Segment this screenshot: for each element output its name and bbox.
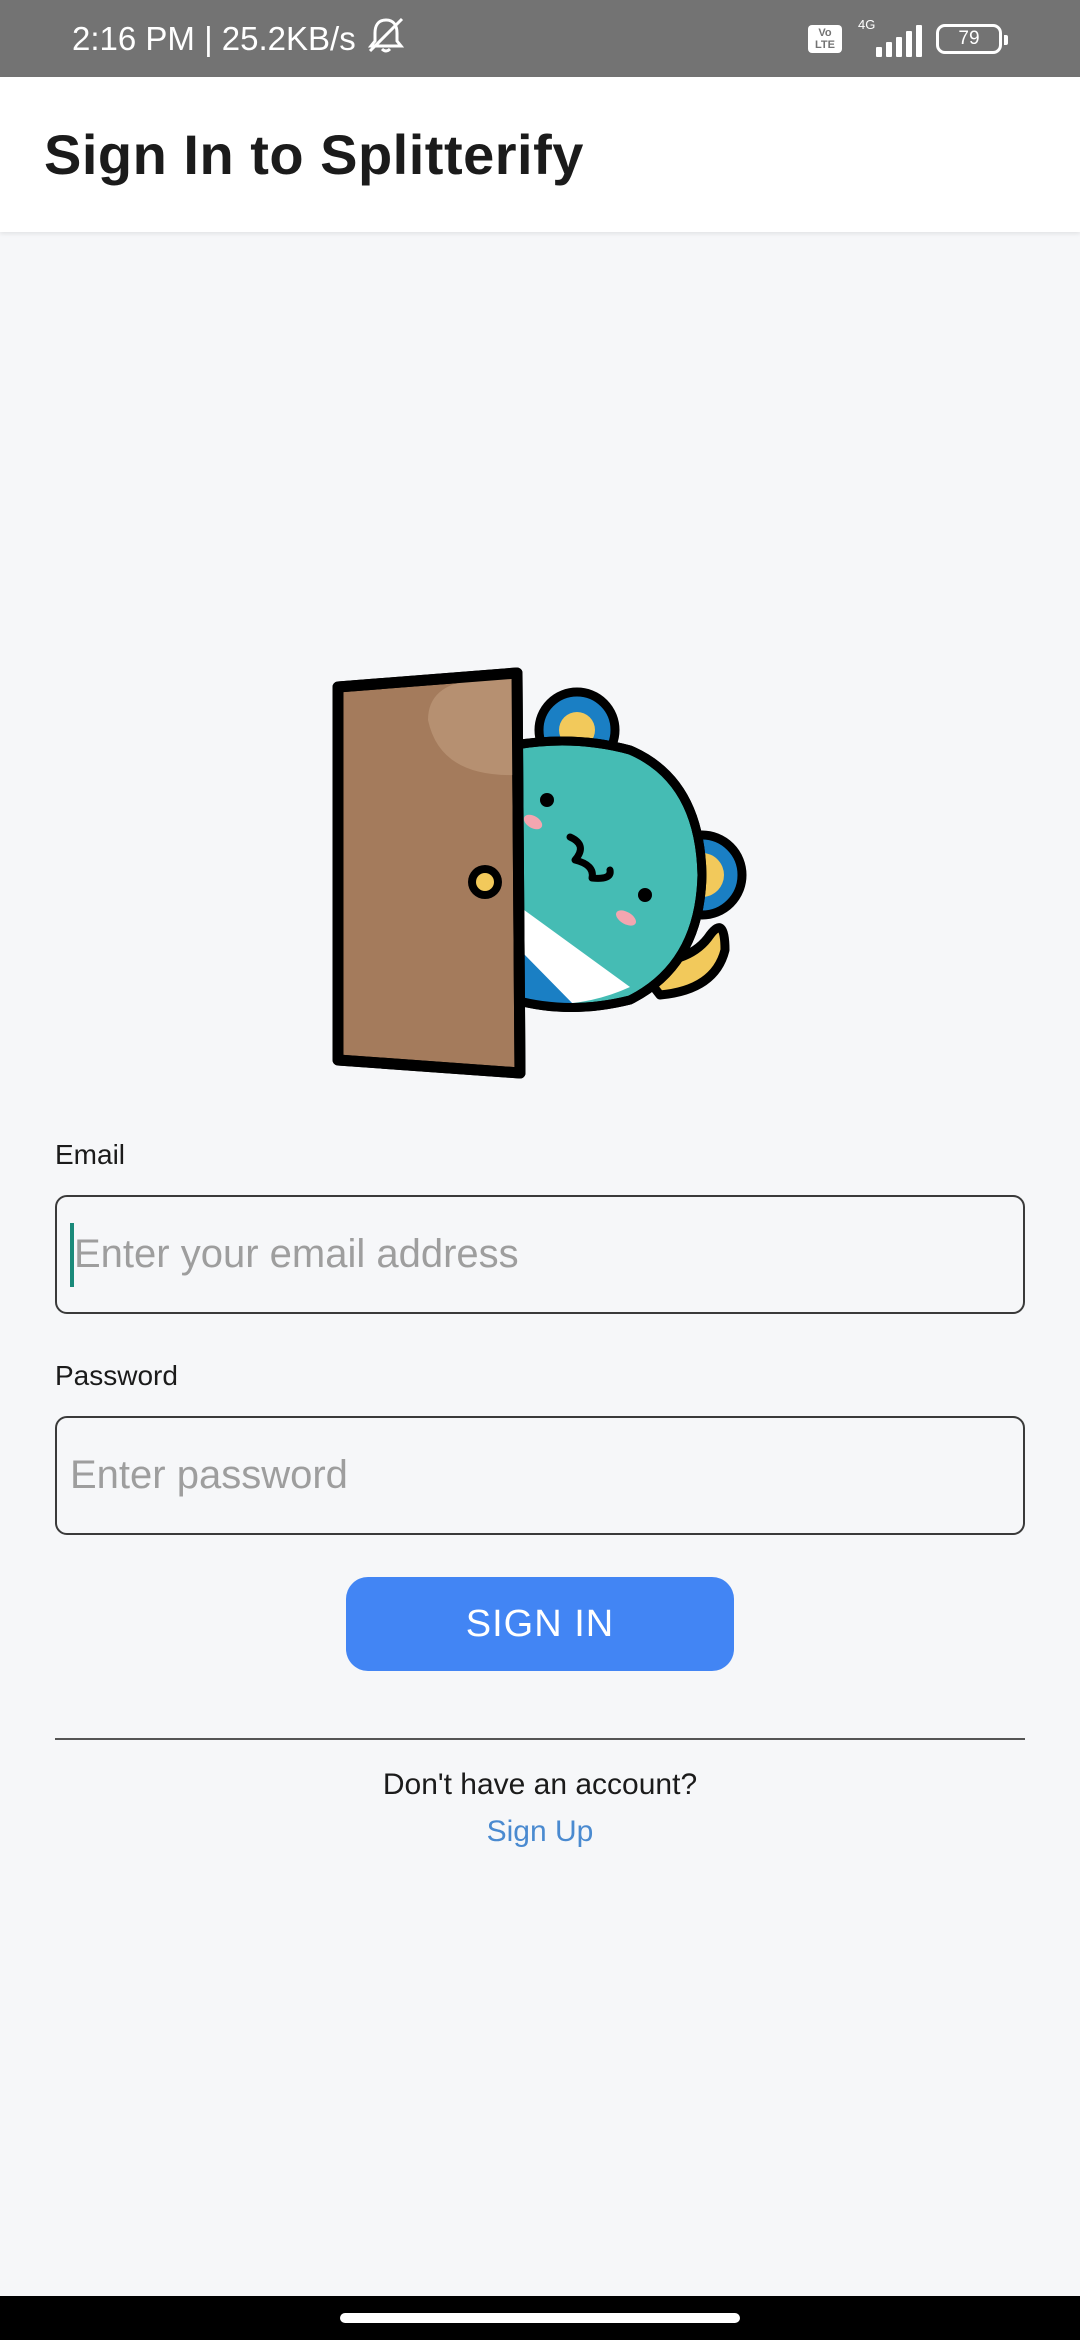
password-label: Password bbox=[55, 1360, 178, 1391]
password-field[interactable]: Enter password bbox=[55, 1416, 1025, 1535]
battery-level: 79 bbox=[958, 27, 980, 49]
account-prompt: Don't have an account? bbox=[382, 1768, 698, 1801]
app-bar: Sign In to Splitterify bbox=[0, 77, 1080, 232]
password-placeholder: Enter password bbox=[70, 1453, 348, 1497]
sign-in-button[interactable]: SIGN IN bbox=[346, 1577, 734, 1671]
status-left: 2:16 PM | 25.2KB/s bbox=[72, 0, 408, 77]
network-type-label: 4G bbox=[858, 16, 876, 32]
home-indicator[interactable] bbox=[340, 2313, 740, 2323]
sign-up-link: Sign Up bbox=[0, 1815, 1080, 1849]
divider bbox=[55, 1738, 1025, 1740]
signal-icon: 4G bbox=[856, 17, 922, 57]
status-time-speed: 2:16 PM | 25.2KB/s bbox=[72, 19, 356, 57]
page-title: Sign In to Splitterify bbox=[44, 123, 584, 186]
status-right: Vo LTE 4G 79 bbox=[808, 0, 1008, 77]
email-field[interactable]: Enter your email address bbox=[55, 1195, 1025, 1314]
volte-icon: Vo LTE bbox=[808, 24, 842, 53]
frog-peeking-door-illustration bbox=[330, 665, 750, 1085]
bell-muted-icon bbox=[364, 15, 408, 63]
status-bar: 2:16 PM | 25.2KB/s Vo LTE 4G 79 bbox=[0, 0, 1080, 77]
email-placeholder: Enter your email address bbox=[74, 1232, 519, 1276]
email-label: Email bbox=[55, 1139, 126, 1170]
volte-label-top: Vo bbox=[818, 26, 832, 39]
sign-up-link-label[interactable]: Sign Up bbox=[487, 1815, 594, 1848]
volte-label-bottom: LTE bbox=[815, 38, 835, 51]
battery-icon: 79 bbox=[936, 23, 1008, 54]
